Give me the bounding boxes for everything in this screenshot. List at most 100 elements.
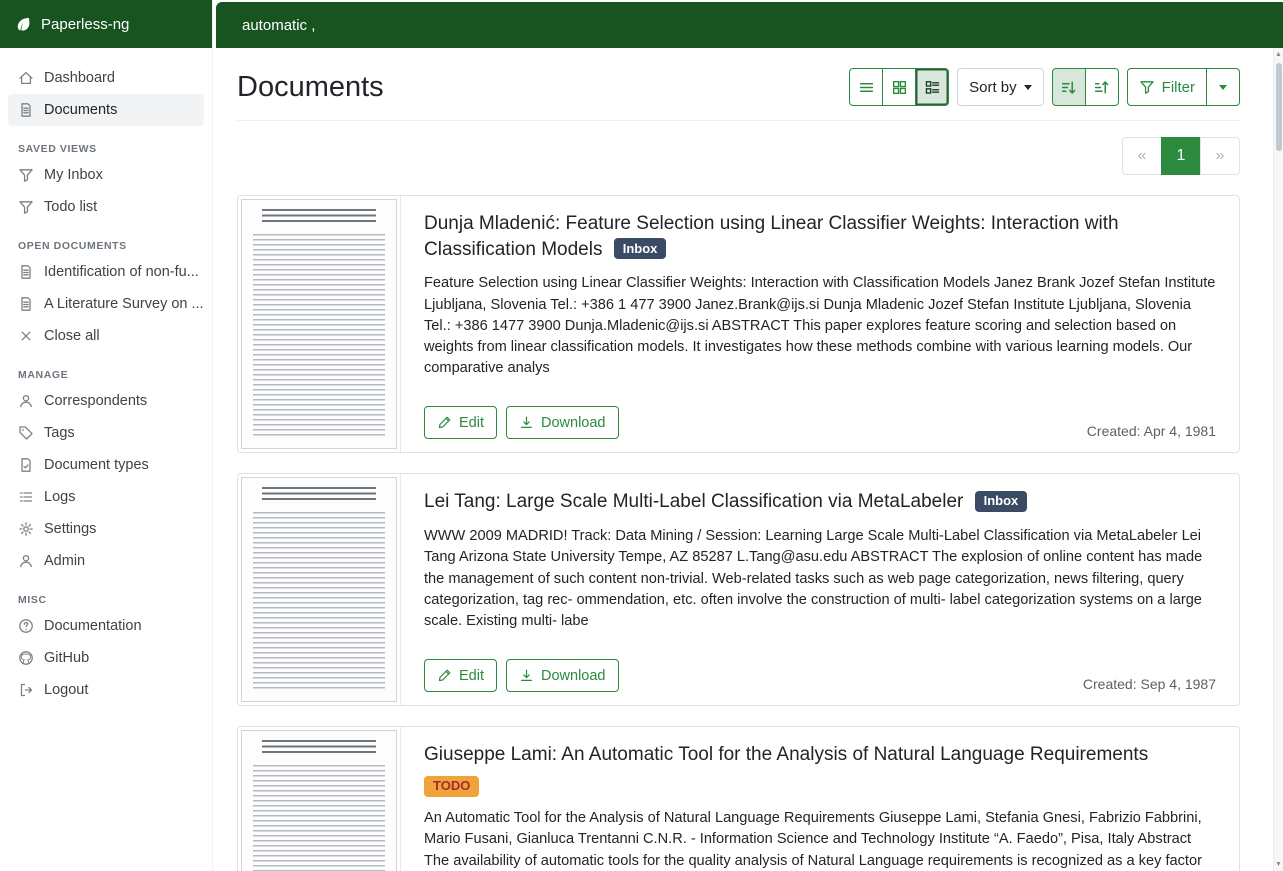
person-icon <box>18 393 34 409</box>
sidebar-item-label: Identification of non-fu... <box>44 264 199 280</box>
document-thumbnail[interactable] <box>238 474 401 705</box>
sidebar-item-label: Documentation <box>44 618 142 634</box>
sidebar-item-dashboard[interactable]: Dashboard <box>8 62 204 94</box>
document-excerpt: An Automatic Tool for the Analysis of Na… <box>424 808 1216 871</box>
document-actions: Edit Download <box>424 406 619 439</box>
filter-button[interactable]: Filter <box>1127 68 1207 106</box>
scroll-down-arrow[interactable]: ▼ <box>1274 858 1283 871</box>
sidebar-item-document-types[interactable]: Document types <box>8 449 204 481</box>
sidebar-item-todo-list[interactable]: Todo list <box>8 191 204 223</box>
sidebar-item-correspondents[interactable]: Correspondents <box>8 385 204 417</box>
thumbnail-title-lines <box>262 487 376 503</box>
sidebar-item-logs[interactable]: Logs <box>8 481 204 513</box>
grid-view-button[interactable] <box>882 68 916 106</box>
pencil-icon <box>437 415 452 430</box>
sidebar-item-tags[interactable]: Tags <box>8 417 204 449</box>
list-view-icon <box>858 79 875 96</box>
document-card: Lei Tang: Large Scale Multi-Label Classi… <box>237 473 1240 706</box>
paperless-logo-icon <box>14 15 32 33</box>
file-icon <box>18 296 34 312</box>
sidebar-item-github[interactable]: GitHub <box>8 642 204 674</box>
sidebar-item-close-all[interactable]: Close all <box>8 320 204 352</box>
sort-descending-icon <box>1060 79 1077 96</box>
tag-badge-inbox[interactable]: Inbox <box>975 491 1028 512</box>
grid-view-icon <box>891 79 908 96</box>
filter-split-button: Filter <box>1127 68 1240 106</box>
sort-alphabetical-icon <box>1093 79 1110 96</box>
logout-icon <box>18 682 34 698</box>
section-saved-views: SAVED VIEWS <box>18 143 194 155</box>
sort-alphabetical-button[interactable] <box>1085 68 1119 106</box>
list-view-button[interactable] <box>849 68 883 106</box>
download-label: Download <box>541 415 606 431</box>
download-button[interactable]: Download <box>506 659 619 692</box>
tag-badge-inbox[interactable]: Inbox <box>614 238 667 259</box>
scrollbar-thumb[interactable] <box>1276 63 1283 151</box>
thumbnail-preview <box>241 477 397 702</box>
thumbnail-preview <box>241 199 397 449</box>
sidebar-item-documentation[interactable]: Documentation <box>8 610 204 642</box>
document-thumbnail[interactable] <box>238 196 401 452</box>
search-input[interactable] <box>240 16 1140 35</box>
scroll-up-arrow[interactable]: ▲ <box>1274 48 1283 61</box>
sort-by-dropdown[interactable]: Sort by <box>957 68 1044 106</box>
document-thumbnail[interactable] <box>238 727 401 871</box>
section-open-documents: OPEN DOCUMENTS <box>18 240 194 252</box>
sidebar-item-settings[interactable]: Settings <box>8 513 204 545</box>
sidebar-item-logout[interactable]: Logout <box>8 674 204 706</box>
toolbar-controls: Sort by Filter <box>849 68 1240 106</box>
document-title[interactable]: Dunja Mladenić: Feature Selection using … <box>424 211 1216 262</box>
section-manage: MANAGE <box>18 369 194 381</box>
edit-button[interactable]: Edit <box>424 406 497 439</box>
document-title[interactable]: Lei Tang: Large Scale Multi-Label Classi… <box>424 489 1216 515</box>
sort-direction-group <box>1052 68 1119 106</box>
thumbnail-body-lines <box>253 765 385 871</box>
section-misc: MISC <box>18 594 194 606</box>
pagination-next[interactable]: » <box>1200 137 1240 175</box>
sidebar-item-my-inbox[interactable]: My Inbox <box>8 159 204 191</box>
sidebar-item-label: Admin <box>44 553 85 569</box>
edit-label: Edit <box>459 668 484 684</box>
sort-by-label: Sort by <box>969 79 1017 96</box>
funnel-icon <box>18 167 34 183</box>
sidebar-item-label: Close all <box>44 328 100 344</box>
question-circle-icon <box>18 618 34 634</box>
download-label: Download <box>541 668 606 684</box>
sort-descending-button[interactable] <box>1052 68 1086 106</box>
document-title[interactable]: Giuseppe Lami: An Automatic Tool for the… <box>424 742 1216 768</box>
filter-dropdown-toggle[interactable] <box>1206 68 1240 106</box>
sidebar-item-label: Correspondents <box>44 393 147 409</box>
thumbnail-title-lines <box>262 209 376 225</box>
top-navbar <box>213 0 1283 48</box>
close-icon <box>18 328 34 344</box>
sidebar-item-label: Tags <box>44 425 75 441</box>
download-icon <box>519 415 534 430</box>
gear-icon <box>18 521 34 537</box>
tag-icon <box>18 425 34 441</box>
document-title-text: Dunja Mladenić: Feature Selection using … <box>424 213 1119 260</box>
brand-name: Paperless-ng <box>41 16 129 33</box>
details-view-button[interactable] <box>915 68 949 106</box>
sidebar-item-admin[interactable]: Admin <box>8 545 204 577</box>
file-icon <box>18 264 34 280</box>
pagination-previous[interactable]: « <box>1122 137 1162 175</box>
document-card: Dunja Mladenić: Feature Selection using … <box>237 195 1240 453</box>
created-date: Created: Sep 4, 1987 <box>1083 676 1216 692</box>
sidebar-item-open-doc-2[interactable]: A Literature Survey on ... <box>8 288 204 320</box>
download-icon <box>519 668 534 683</box>
brand[interactable]: Paperless-ng <box>0 0 212 48</box>
vertical-scrollbar: ▲ ▼ <box>1273 48 1283 871</box>
details-view-icon <box>924 79 941 96</box>
thumbnail-body-lines <box>253 234 385 439</box>
download-button[interactable]: Download <box>506 406 619 439</box>
document-actions: Edit Download <box>424 659 619 692</box>
sidebar-item-open-doc-1[interactable]: Identification of non-fu... <box>8 256 204 288</box>
pagination-page-1[interactable]: 1 <box>1161 137 1201 175</box>
edit-button[interactable]: Edit <box>424 659 497 692</box>
sidebar-item-documents[interactable]: Documents <box>8 94 204 126</box>
document-excerpt: Feature Selection using Linear Classifie… <box>424 273 1216 379</box>
chevron-down-icon <box>1219 85 1227 90</box>
documents-toolbar: Documents Sort by <box>237 68 1240 121</box>
sidebar-item-label: Dashboard <box>44 70 115 86</box>
tag-badge-todo[interactable]: TODO <box>424 776 479 797</box>
